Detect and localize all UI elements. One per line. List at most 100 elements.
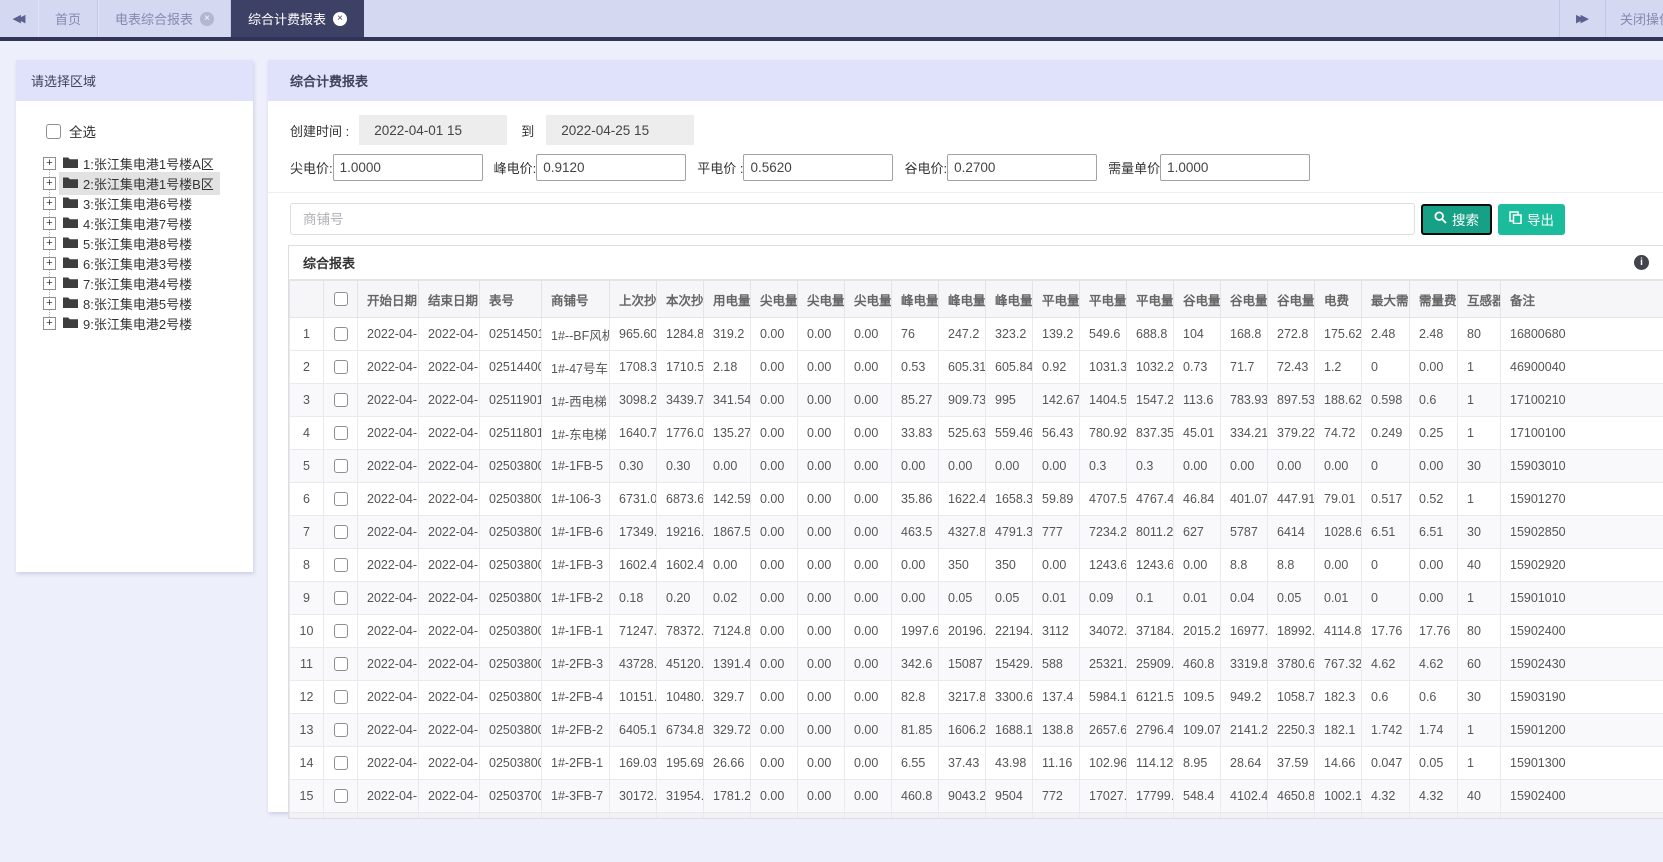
cell: 2022-04- — [357, 779, 419, 813]
row-checkbox[interactable] — [333, 327, 348, 342]
cell: 80 — [1457, 317, 1501, 351]
export-button[interactable]: 导出 — [1498, 203, 1565, 235]
row-checkbox[interactable] — [333, 657, 348, 672]
info-icon[interactable]: i — [1634, 255, 1649, 270]
cell: 02503800 — [479, 548, 542, 582]
cell: 460.8 — [891, 779, 939, 813]
expand-icon[interactable]: + — [43, 176, 56, 190]
cell: 3217.8 — [938, 680, 986, 714]
close-icon[interactable]: × — [333, 11, 348, 26]
tree-node[interactable]: +7:张江集电港4号楼 — [43, 273, 253, 293]
row-checkbox[interactable] — [333, 690, 348, 705]
cell: 1547.2 — [1126, 383, 1174, 417]
cell: 135.27 — [703, 416, 751, 450]
date-to-input[interactable]: 2022-04-25 15 — [546, 115, 695, 145]
cell: 272.8 — [1267, 317, 1315, 351]
row-checkbox[interactable] — [333, 591, 348, 606]
price-input[interactable] — [332, 154, 483, 181]
cell: 137.4 — [1032, 680, 1080, 714]
cell: 17799. — [1126, 779, 1174, 813]
tab-meter-report[interactable]: 电表综合报表 × — [98, 0, 232, 37]
row-checkbox[interactable] — [333, 459, 348, 474]
tab-home[interactable]: 首页 — [38, 0, 99, 37]
cell: 6731.0 — [609, 482, 657, 516]
created-time-label: 创建时间 : — [290, 123, 350, 139]
expand-icon[interactable]: + — [43, 256, 56, 270]
cell: 78372. — [656, 614, 704, 648]
tree-node[interactable]: +8:张江集电港5号楼 — [43, 293, 253, 313]
expand-icon[interactable]: + — [43, 316, 56, 330]
cell: 1.742 — [1361, 713, 1410, 747]
row-checkbox[interactable] — [333, 756, 348, 771]
cell: 2022-04- — [418, 515, 480, 549]
price-input[interactable] — [1160, 154, 1311, 181]
tree-node[interactable]: +6:张江集电港3号楼 — [43, 253, 253, 273]
cell: 16800680 — [1500, 317, 1663, 351]
shop-number-input[interactable] — [290, 203, 1415, 235]
row-number: 7 — [289, 515, 324, 549]
tree-node[interactable]: +3:张江集电港6号楼 — [43, 193, 253, 213]
cell: 2022-04- — [357, 581, 419, 615]
cell: 02503800 — [479, 515, 542, 549]
cell: 0.30 — [656, 449, 704, 483]
expand-icon[interactable]: + — [43, 276, 56, 290]
expand-icon[interactable]: + — [43, 296, 56, 310]
row-checkbox[interactable] — [333, 723, 348, 738]
expand-icon[interactable]: + — [43, 156, 56, 170]
select-all-checkbox[interactable] — [46, 123, 61, 139]
row-checkbox[interactable] — [333, 558, 348, 573]
expand-tabs-icon[interactable]: ▶ ▶ — [1559, 0, 1605, 37]
row-checkbox[interactable] — [333, 624, 348, 639]
row-checkbox[interactable] — [333, 525, 348, 540]
row-select-cell — [323, 317, 358, 351]
close-operations-button[interactable]: 关闭操作 — [1605, 0, 1663, 37]
row-checkbox[interactable] — [333, 789, 348, 804]
search-row: 搜索 导出 — [268, 192, 1663, 235]
cell: 79.01 — [1314, 482, 1362, 516]
expand-icon[interactable]: + — [43, 236, 56, 250]
tree-node[interactable]: +1:张江集电港1号楼A区 — [43, 153, 253, 173]
search-button[interactable]: 搜索 — [1421, 203, 1492, 235]
cell: 109.5 — [1173, 680, 1221, 714]
price-input[interactable] — [536, 154, 687, 181]
tree-node[interactable]: +5:张江集电港8号楼 — [43, 233, 253, 253]
cell: 02503800 — [479, 449, 542, 483]
cell: 2022-04- — [357, 746, 419, 780]
cell — [1079, 812, 1127, 818]
cell: 447.91 — [1267, 482, 1315, 516]
cell: 0.6 — [1409, 680, 1458, 714]
price-label: 平电价 : — [697, 161, 744, 176]
price-input[interactable] — [743, 154, 894, 181]
expand-icon[interactable]: + — [43, 196, 56, 210]
row-checkbox[interactable] — [333, 393, 348, 408]
select-all-row[interactable]: 全选 — [46, 121, 253, 141]
row-checkbox[interactable] — [333, 492, 348, 507]
cell: 0.20 — [656, 581, 704, 615]
cell: 2022-04- — [357, 680, 419, 714]
cell: 19216. — [656, 515, 704, 549]
date-from-input[interactable]: 2022-04-01 15 — [359, 115, 508, 145]
collapse-tabs-icon[interactable]: ◀ ◀ — [0, 0, 38, 37]
row-number: 11 — [289, 647, 324, 681]
cell: 34072. — [1079, 614, 1127, 648]
cell: 0.00 — [750, 449, 798, 483]
close-icon[interactable]: × — [200, 11, 215, 26]
tree-node[interactable]: +9:张江集电港2号楼 — [43, 313, 253, 333]
cell: 25321. — [1079, 647, 1127, 681]
cell: 37184. — [1126, 614, 1174, 648]
tab-billing-report[interactable]: 综合计费报表 × — [231, 0, 365, 37]
tree-node[interactable]: +4:张江集电港7号楼 — [43, 213, 253, 233]
price-input[interactable] — [947, 154, 1098, 181]
cell: 14.66 — [1314, 746, 1362, 780]
expand-icon[interactable]: + — [43, 216, 56, 230]
report-table: 开始日期 结束日期 表号 商铺号 上次抄 本次抄 用电量 尖电量 尖电量 尖电量 峰电量 峰电量 峰电量… — [289, 280, 1663, 818]
column-header: 本次抄 — [656, 280, 704, 318]
cell: 1#-1FB-3 — [541, 548, 610, 582]
cell: 1#-西电梯 — [541, 383, 610, 417]
cell: 0.00 — [797, 548, 845, 582]
row-checkbox[interactable] — [333, 426, 348, 441]
tree-node[interactable]: +2:张江集电港1号楼B区 — [43, 171, 253, 195]
select-all-rows-checkbox[interactable] — [333, 292, 348, 307]
row-checkbox[interactable] — [333, 360, 348, 375]
cell: 2022-04- — [357, 350, 419, 384]
